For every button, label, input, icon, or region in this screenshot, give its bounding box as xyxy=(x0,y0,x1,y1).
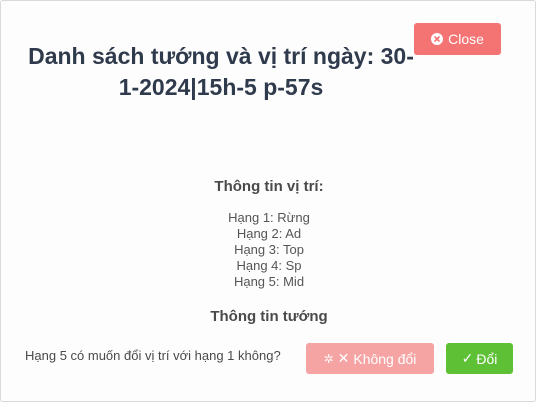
list-item: Hạng 4: Sp xyxy=(236,258,302,273)
list-item: Hạng 2: Ad xyxy=(236,226,302,241)
positions-list: Hạng 1: Rừng Hạng 2: Ad Hạng 3: Top Hạng… xyxy=(1,210,536,290)
spinner-icon: ✲ xyxy=(323,351,334,366)
swap-question: Hạng 5 có muốn đổi vị trí với hạng 1 khô… xyxy=(25,348,281,363)
close-button[interactable]: Close xyxy=(414,23,501,55)
no-change-label: Không đổi xyxy=(353,350,417,367)
circle-x-icon xyxy=(431,33,444,45)
dialog-title: Danh sách tướng và vị trí ngày: 30-1-202… xyxy=(28,43,414,100)
close-button-label: Close xyxy=(448,31,484,47)
list-item: Hạng 5: Mid xyxy=(233,274,305,289)
change-button[interactable]: ✓ Đổi xyxy=(446,343,513,374)
change-label: Đổi xyxy=(476,350,498,367)
position-dialog: Danh sách tướng và vị trí ngày: 30-1-202… xyxy=(0,0,536,402)
position-info-heading: Thông tin vị trí: xyxy=(214,178,324,195)
x-icon: ✕ xyxy=(337,350,350,366)
list-item: Hạng 1: Rừng xyxy=(228,210,310,225)
no-change-button[interactable]: ✲ ✕ Không đổi xyxy=(306,343,434,374)
list-item: Hạng 3: Top xyxy=(234,242,304,257)
champion-info-heading: Thông tin tướng xyxy=(210,308,328,325)
check-icon: ✓ xyxy=(461,350,474,366)
